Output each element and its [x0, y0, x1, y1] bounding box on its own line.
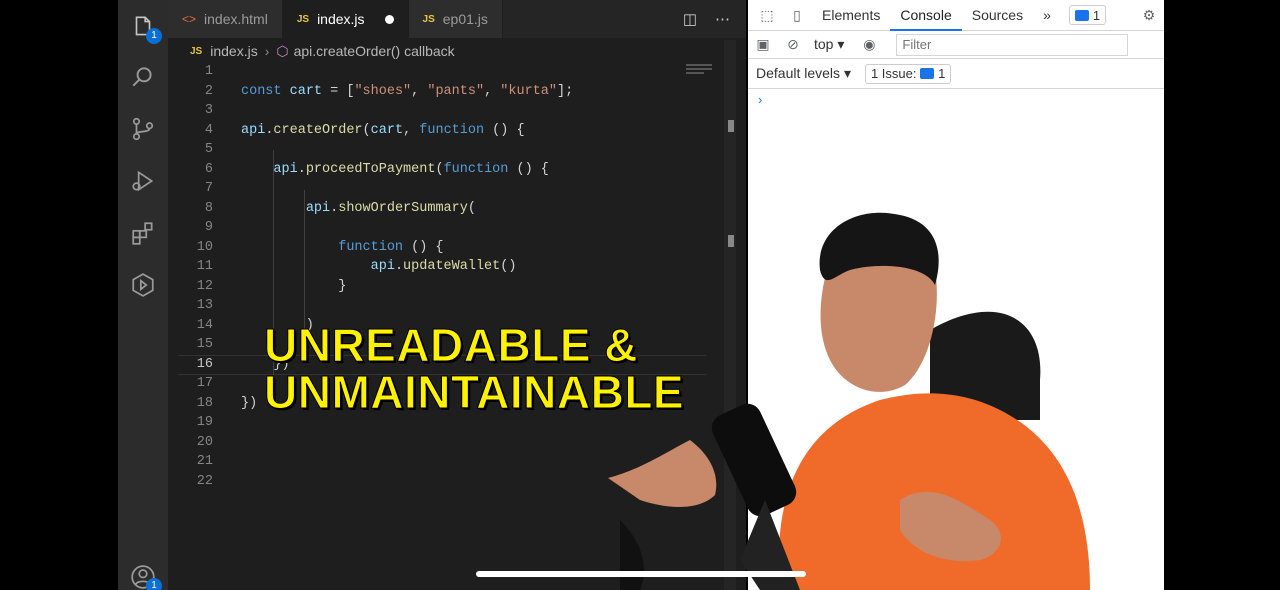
home-indicator [476, 571, 806, 577]
presenter-figure [608, 212, 1090, 590]
